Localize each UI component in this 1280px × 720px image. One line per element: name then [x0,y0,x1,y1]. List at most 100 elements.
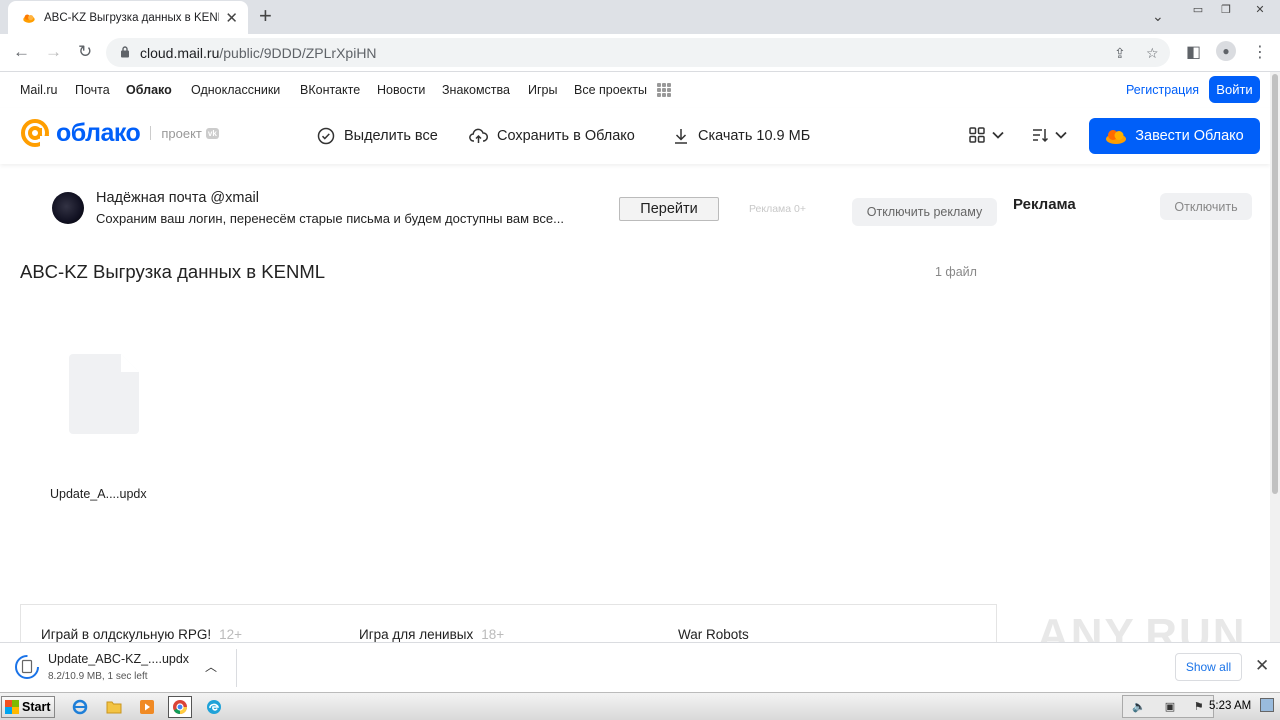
windows-logo-icon [5,700,19,714]
download-file-name[interactable]: Update_ABC-KZ_....updx [48,652,189,666]
restore-icon[interactable]: ❐ [1212,0,1240,18]
get-cloud-button[interactable]: Завести Облако [1089,118,1260,154]
chevron-down-icon [1055,131,1067,139]
game-title: War Robots [678,627,749,642]
nav-all-projects[interactable]: Все проекты [574,83,647,97]
browser-tab-strip: ABC-KZ Выгрузка данных в KENML ✕ + ⌄ ▭ ❐… [0,0,1280,34]
nav-dating[interactable]: Знакомства [442,83,510,97]
reload-icon[interactable]: ↻ [78,42,92,62]
ad-go-button[interactable]: Перейти [619,197,719,221]
file-count: 1 файл [935,265,977,279]
window-close-icon[interactable]: ✕ [1240,0,1280,18]
game-item[interactable]: War Robots [678,627,749,642]
forward-icon[interactable]: → [45,42,62,62]
portal-nav: Mail.ru Почта Облако Одноклассники ВКонт… [0,72,1270,108]
project-label: проект [161,125,202,141]
clock[interactable]: 5:23 AM [1209,700,1251,712]
download-shelf: Update_ABC-KZ_....updx 8.2/10.9 MB, 1 se… [0,642,1280,692]
volume-icon[interactable]: 🔈 [1132,700,1146,713]
profile-icon[interactable]: ● [1216,41,1236,61]
ad-title[interactable]: Надёжная почта @xmail [96,190,259,206]
download-icon [675,129,687,144]
page-scrollbar[interactable] [1270,72,1280,642]
logo-divider [150,126,152,140]
windows-taskbar: Start 🔈 ▣ ⚑ 5:23 AM [0,692,1280,720]
apps-grid-icon[interactable] [657,83,671,97]
cloud-upload-icon [469,128,488,143]
side-panel-icon[interactable]: ◧ [1186,42,1201,62]
close-shelf-icon[interactable]: ✕ [1255,656,1269,676]
chevron-up-icon[interactable]: ︿ [205,658,217,675]
ad-text[interactable]: Сохраним ваш логин, перенесём старые пис… [96,211,564,226]
nav-vkontakte[interactable]: ВКонтакте [300,83,360,97]
menu-kebab-icon[interactable]: ⋮ [1252,42,1268,62]
download-status: 8.2/10.9 MB, 1 sec left [48,671,148,682]
download-label: Скачать 10.9 МБ [698,128,811,144]
game-item[interactable]: Играй в олдскульную RPG! 12+ [41,627,242,642]
nav-odnoklassniki[interactable]: Одноклассники [191,83,280,97]
cloud-header: облако проект vk Выделить все Сохранить … [0,108,1270,164]
logo-wordmark: облако [56,118,141,147]
file-icon[interactable] [69,354,139,434]
register-link[interactable]: Регистрация [1126,83,1199,97]
minimize-icon[interactable]: ▭ [1184,0,1212,18]
explorer-folder-icon[interactable] [102,696,126,718]
nav-news[interactable]: Новости [377,83,425,97]
side-disable-ads-button[interactable]: Отключить [1160,193,1252,220]
view-mode-dropdown[interactable] [968,126,1004,144]
game-item[interactable]: Игра для ленивых 18+ [359,627,504,642]
sort-dropdown[interactable] [1031,126,1067,144]
chrome-icon[interactable] [168,696,192,718]
side-ad-title: Реклама [1013,196,1076,213]
nav-cloud[interactable]: Облако [126,83,172,97]
at-sign-logo-icon [21,119,50,147]
select-all-button[interactable]: Выделить все [317,127,438,145]
nav-mailru[interactable]: Mail.ru [20,83,58,97]
new-tab-icon[interactable]: + [259,5,272,27]
ad-avatar[interactable] [52,192,84,224]
vk-badge: vk [205,127,219,139]
download-progress-icon[interactable] [15,654,39,680]
back-icon[interactable]: ← [13,42,30,62]
download-button[interactable]: Скачать 10.9 МБ [673,127,810,145]
check-circle-icon [317,127,335,145]
cloud-icon [1106,130,1127,144]
game-age: 12+ [219,627,242,642]
start-button[interactable]: Start [1,696,55,718]
file-name[interactable]: Update_A....updx [50,487,147,501]
action-center-flag-icon[interactable]: ⚑ [1194,700,1204,713]
tab-title: ABC-KZ Выгрузка данных в KENML [44,11,220,24]
lock-icon [121,46,129,58]
nav-games[interactable]: Игры [528,83,557,97]
nav-mail[interactable]: Почта [75,83,110,97]
tab-search-chevron-icon[interactable]: ⌄ [1152,8,1164,25]
share-icon[interactable]: ⇪ [1114,45,1126,62]
folder-title: ABC-KZ Выгрузка данных в KENML [20,261,326,282]
scrollbar-thumb[interactable] [1272,74,1278,494]
game-title: Игра для ленивых [359,627,474,642]
url-text: cloud.mail.ru/public/9DDD/ZPLrXpiHN [140,45,377,61]
games-block: Играй в олдскульную RPG! 12+ Игра для лен… [20,604,997,644]
select-all-label: Выделить все [344,128,438,144]
game-age: 18+ [481,627,505,642]
ad-label: Реклама 0+ [749,203,807,215]
omnibox[interactable]: cloud.mail.ru/public/9DDD/ZPLrXpiHN ⇪ ☆ [106,38,1170,67]
media-player-icon[interactable] [135,696,159,718]
network-icon[interactable]: ▣ [1165,700,1175,713]
save-to-cloud-label: Сохранить в Облако [497,128,635,144]
cloud-favicon-icon [23,14,35,23]
ie-icon[interactable] [68,696,92,718]
browser-tab[interactable]: ABC-KZ Выгрузка данных в KENML ✕ [8,1,248,34]
disable-ads-button[interactable]: Отключить рекламу [852,198,997,226]
edge-icon[interactable] [202,696,226,718]
login-button[interactable]: Войти [1209,76,1260,103]
cloud-logo[interactable]: облако проект vk [20,118,219,148]
bookmark-star-icon[interactable]: ☆ [1146,45,1159,62]
save-to-cloud-button[interactable]: Сохранить в Облако [469,127,635,145]
address-toolbar: ← → ↻ cloud.mail.ru/public/9DDD/ZPLrXpiH… [0,34,1280,72]
show-desktop-icon[interactable] [1260,698,1274,712]
show-all-button[interactable]: Show all [1175,653,1242,681]
window-controls: ▭ ❐ ✕ [1184,0,1280,20]
shelf-divider [236,649,237,687]
close-tab-icon[interactable]: ✕ [225,9,238,27]
